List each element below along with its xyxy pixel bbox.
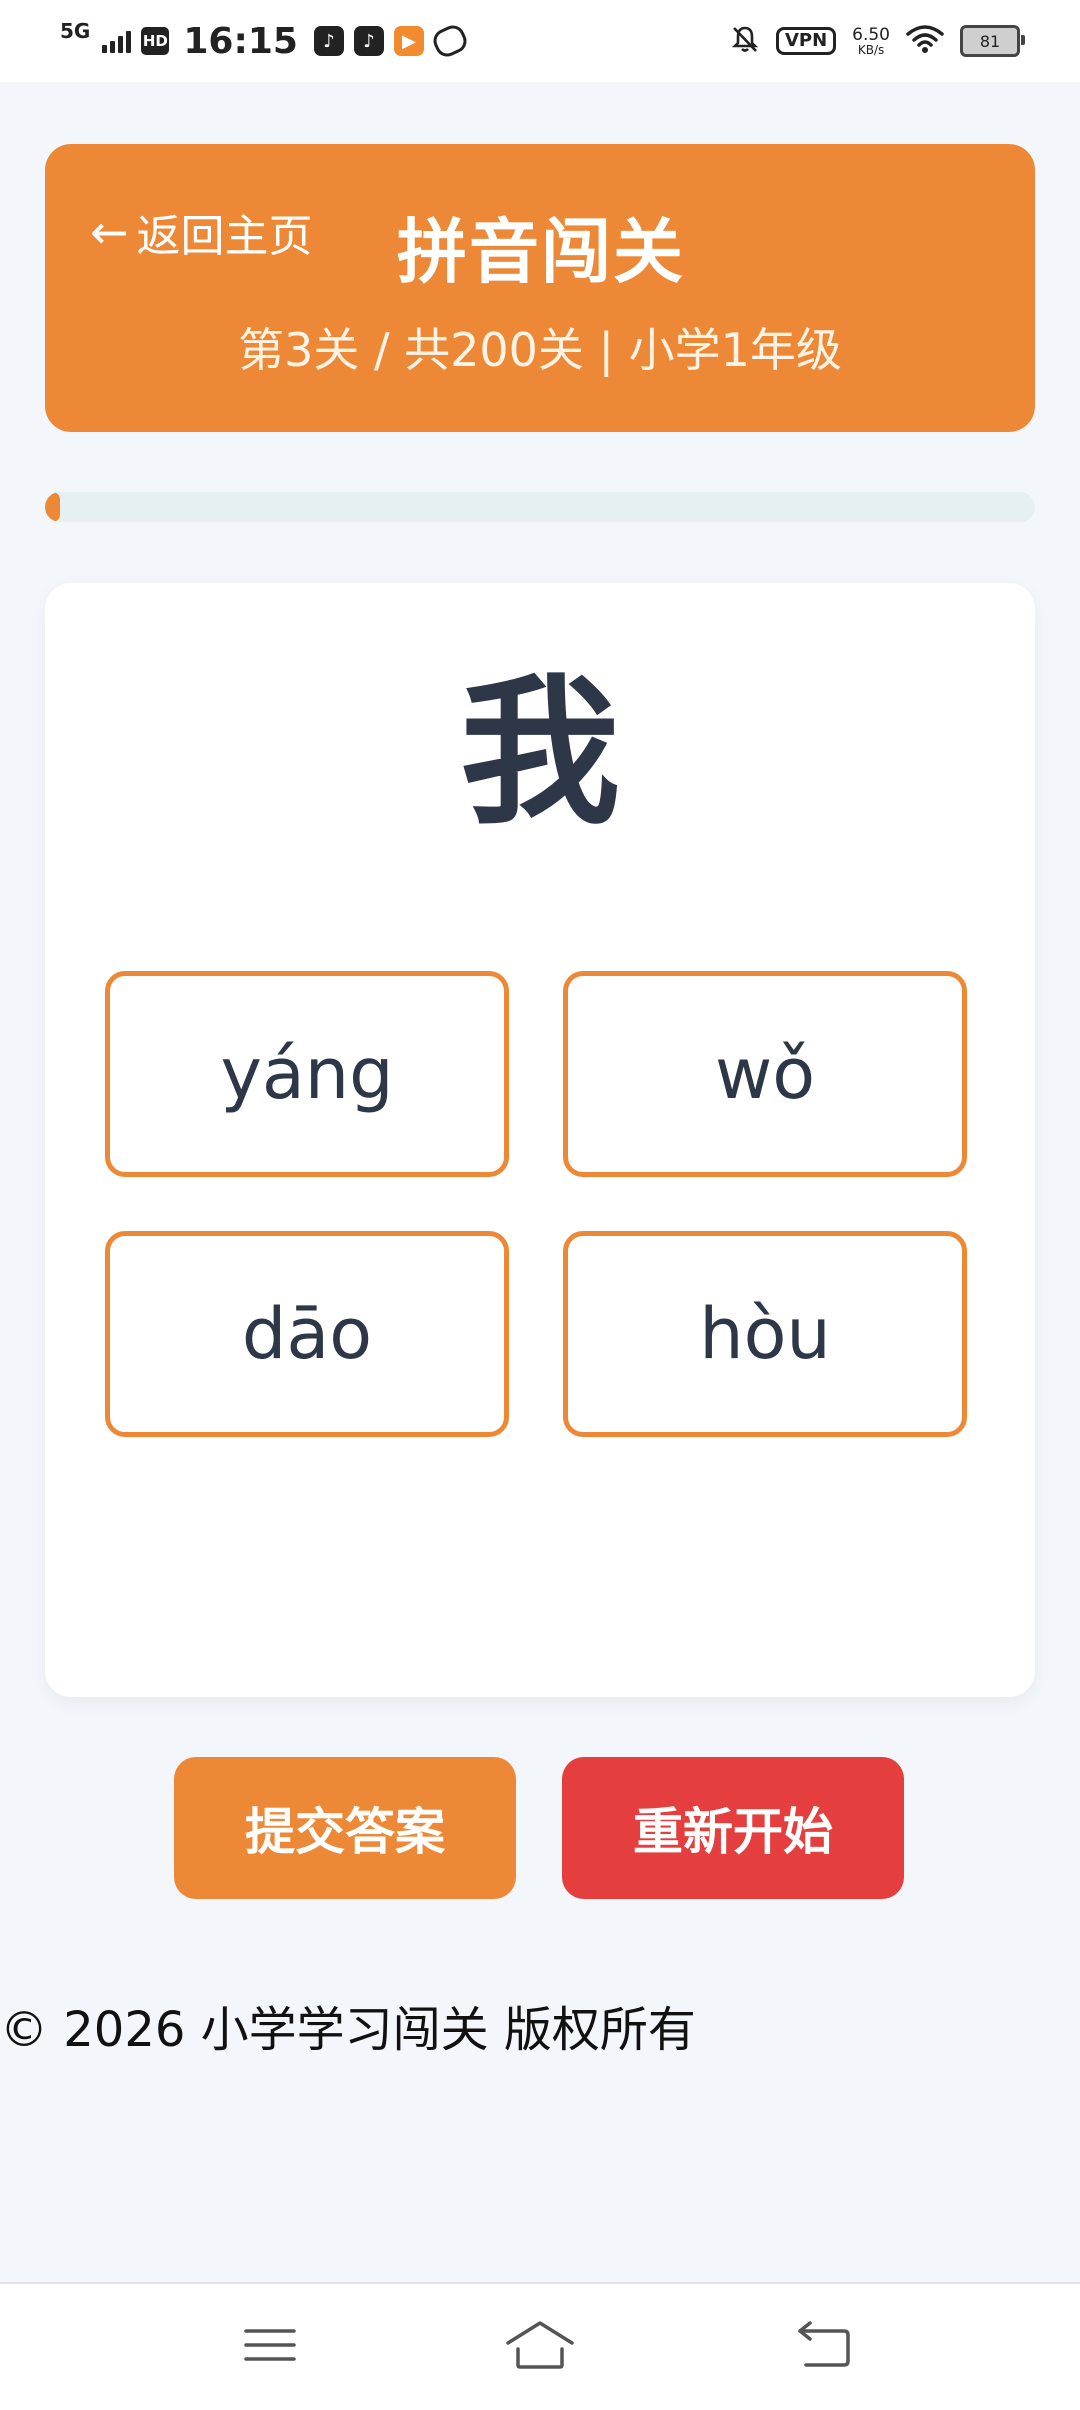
pinyin-option-4[interactable]: hòu <box>563 1231 967 1437</box>
wifi-icon <box>906 24 944 58</box>
home-icon[interactable] <box>500 2310 580 2380</box>
submit-answer-button[interactable]: 提交答案 <box>174 1757 516 1899</box>
status-time: 16:15 <box>183 20 298 62</box>
tiktok-icon: ♪ <box>353 26 384 56</box>
speed-unit: KB/s <box>857 42 885 57</box>
pinyin-option-1[interactable]: yáng <box>105 971 509 1177</box>
vpn-badge: VPN <box>775 27 837 55</box>
progress-fill <box>45 492 60 522</box>
network-speed: 6.50 KB/s <box>852 24 890 57</box>
link-icon <box>429 21 471 61</box>
header-card: ← 返回主页 拼音闯关 第3关 / 共200关 | 小学1年级 <box>45 144 1035 432</box>
network-type: 5G <box>60 19 91 43</box>
menu-icon[interactable] <box>230 2310 310 2380</box>
restart-button[interactable]: 重新开始 <box>562 1757 904 1899</box>
system-nav-bar <box>0 2282 1080 2410</box>
back-home-label: 返回主页 <box>136 211 313 262</box>
mute-bell-icon <box>730 24 760 58</box>
battery-icon: 81 <box>960 25 1025 57</box>
back-home-link[interactable]: ← 返回主页 <box>90 200 313 264</box>
tiktok-icon: ♪ <box>313 26 344 56</box>
signal-icon <box>102 29 132 53</box>
status-right: VPN 6.50 KB/s 81 <box>730 18 1025 64</box>
page-title: 拼音闯关 <box>397 211 685 293</box>
hd-badge: HD <box>141 27 170 55</box>
progress-bar <box>45 492 1035 522</box>
pinyin-option-3[interactable]: dāo <box>105 1231 509 1437</box>
video-app-icon: ▶ <box>393 26 424 56</box>
pinyin-option-2[interactable]: wǒ <box>563 971 967 1177</box>
question-character: 我 <box>459 659 620 846</box>
question-card: 我 yáng wǒ dāo hòu <box>45 583 1035 1697</box>
speed-value: 6.50 <box>852 24 890 45</box>
back-arrow-icon: ← <box>90 205 129 259</box>
status-bar: 5G HD 16:15 ♪ ♪ ▶ VPN 6.50 KB/s 81 <box>0 0 1080 82</box>
back-icon[interactable] <box>784 2310 864 2380</box>
copyright-footer: © 2026 小学学习闯关 版权所有 <box>0 2002 696 2058</box>
status-left: 5G HD 16:15 ♪ ♪ ▶ <box>60 18 471 64</box>
level-info: 第3关 / 共200关 | 小学1年级 <box>238 323 842 377</box>
